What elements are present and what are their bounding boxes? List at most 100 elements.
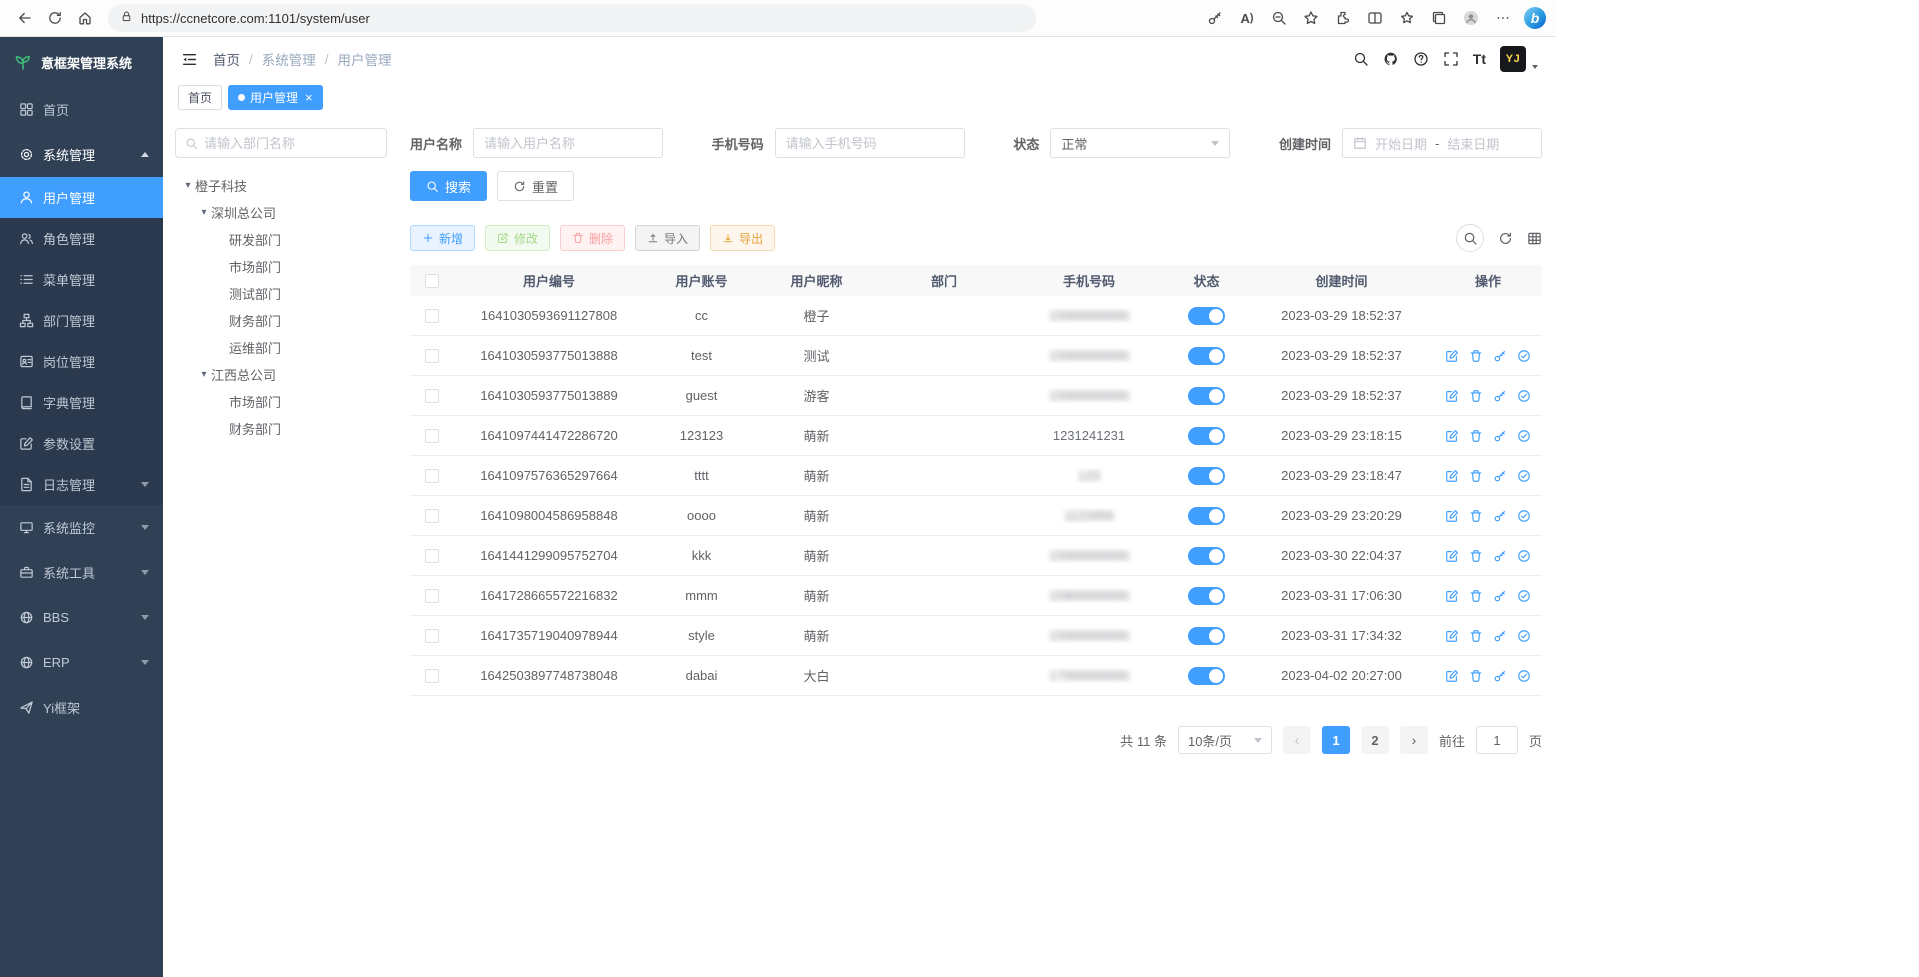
row-checkbox[interactable] — [425, 629, 439, 643]
status-toggle[interactable] — [1188, 387, 1225, 405]
tree-node[interactable]: ▾ 财务部门 — [175, 415, 400, 442]
sidebar-subitem[interactable]: 用户管理 — [0, 177, 163, 218]
tree-node[interactable]: ▾ 江西总公司 — [175, 361, 400, 388]
reset-password-icon[interactable] — [1493, 349, 1507, 363]
row-checkbox[interactable] — [425, 389, 439, 403]
tree-node[interactable]: ▾ 市场部门 — [175, 388, 400, 415]
assign-role-icon[interactable] — [1517, 469, 1531, 483]
sidebar-item-monitor[interactable]: 系统监控 — [0, 505, 163, 550]
row-checkbox[interactable] — [425, 429, 439, 443]
sidebar-subitem[interactable]: 岗位管理 — [0, 341, 163, 382]
sidebar-item-erp[interactable]: ERP — [0, 640, 163, 685]
reset-password-icon[interactable] — [1493, 389, 1507, 403]
goto-page-input[interactable] — [1476, 726, 1518, 754]
reset-password-icon[interactable] — [1493, 469, 1507, 483]
sidebar-item-bbs[interactable]: BBS — [0, 595, 163, 640]
add-button[interactable]: 新增 — [410, 225, 475, 251]
assign-role-icon[interactable] — [1517, 669, 1531, 683]
column-settings-icon[interactable] — [1527, 231, 1542, 246]
delete-row-icon[interactable] — [1469, 429, 1483, 443]
status-toggle[interactable] — [1188, 667, 1225, 685]
delete-row-icon[interactable] — [1469, 589, 1483, 603]
assign-role-icon[interactable] — [1517, 389, 1531, 403]
row-checkbox[interactable] — [425, 589, 439, 603]
reset-password-icon[interactable] — [1493, 509, 1507, 523]
status-toggle[interactable] — [1188, 507, 1225, 525]
sidebar-subitem[interactable]: 参数设置 — [0, 423, 163, 464]
tree-node[interactable]: ▾ 深圳总公司 — [175, 199, 400, 226]
address-bar[interactable]: https://ccnetcore.com:1101/system/user — [108, 4, 1036, 32]
assign-role-icon[interactable] — [1517, 429, 1531, 443]
next-page-button[interactable]: › — [1400, 726, 1428, 754]
caret-down-icon[interactable]: ▾ — [197, 369, 211, 380]
tree-node[interactable]: ▾ 测试部门 — [175, 280, 400, 307]
tree-node[interactable]: ▾ 研发部门 — [175, 226, 400, 253]
page-1-button[interactable]: 1 — [1322, 726, 1350, 754]
delete-button[interactable]: 删除 — [560, 225, 625, 251]
edit-row-icon[interactable] — [1445, 629, 1459, 643]
user-avatar[interactable]: YJ — [1500, 46, 1526, 72]
edit-row-icon[interactable] — [1445, 469, 1459, 483]
sidebar-subitem[interactable]: 日志管理 — [0, 464, 163, 505]
tree-node[interactable]: ▾ 运维部门 — [175, 334, 400, 361]
refresh-icon[interactable] — [40, 4, 70, 32]
toggle-search-icon[interactable] — [1456, 224, 1484, 252]
read-aloud-icon[interactable]: A) — [1232, 4, 1262, 32]
select-all-checkbox[interactable] — [425, 274, 439, 288]
status-toggle[interactable] — [1188, 467, 1225, 485]
sidebar-subitem[interactable]: 字典管理 — [0, 382, 163, 423]
edit-row-icon[interactable] — [1445, 429, 1459, 443]
tab-user-management[interactable]: 用户管理 × — [228, 85, 323, 110]
assign-role-icon[interactable] — [1517, 629, 1531, 643]
refresh-table-icon[interactable] — [1498, 231, 1513, 246]
github-icon[interactable] — [1383, 51, 1399, 67]
row-checkbox[interactable] — [425, 669, 439, 683]
key-icon[interactable] — [1200, 4, 1230, 32]
row-checkbox[interactable] — [425, 469, 439, 483]
status-toggle[interactable] — [1188, 427, 1225, 445]
search-icon[interactable] — [1353, 51, 1369, 67]
date-range-picker[interactable]: 开始日期 - 结束日期 — [1342, 128, 1542, 158]
favorites-icon[interactable] — [1392, 4, 1422, 32]
reset-password-icon[interactable] — [1493, 629, 1507, 643]
delete-row-icon[interactable] — [1469, 469, 1483, 483]
breadcrumb-home[interactable]: 首页 — [213, 49, 240, 69]
collections-icon[interactable] — [1424, 4, 1454, 32]
assign-role-icon[interactable] — [1517, 589, 1531, 603]
export-button[interactable]: 导出 — [710, 225, 775, 251]
extensions-icon[interactable] — [1328, 4, 1358, 32]
status-toggle[interactable] — [1188, 627, 1225, 645]
edit-row-icon[interactable] — [1445, 349, 1459, 363]
username-input[interactable] — [473, 128, 663, 158]
edit-row-icon[interactable] — [1445, 669, 1459, 683]
delete-row-icon[interactable] — [1469, 549, 1483, 563]
tree-node[interactable]: ▾ 市场部门 — [175, 253, 400, 280]
edit-row-icon[interactable] — [1445, 589, 1459, 603]
sidebar-item-yi[interactable]: Yi框架 — [0, 685, 163, 730]
reset-password-icon[interactable] — [1493, 549, 1507, 563]
reset-password-icon[interactable] — [1493, 429, 1507, 443]
delete-row-icon[interactable] — [1469, 349, 1483, 363]
bing-icon[interactable]: b — [1524, 7, 1546, 29]
row-checkbox[interactable] — [425, 309, 439, 323]
reset-password-icon[interactable] — [1493, 589, 1507, 603]
page-2-button[interactable]: 2 — [1361, 726, 1389, 754]
edit-row-icon[interactable] — [1445, 509, 1459, 523]
delete-row-icon[interactable] — [1469, 629, 1483, 643]
page-size-select[interactable]: 10条/页 — [1178, 726, 1272, 754]
status-toggle[interactable] — [1188, 547, 1225, 565]
status-toggle[interactable] — [1188, 347, 1225, 365]
sidebar-subitem[interactable]: 角色管理 — [0, 218, 163, 259]
assign-role-icon[interactable] — [1517, 509, 1531, 523]
prev-page-button[interactable]: ‹ — [1283, 726, 1311, 754]
row-checkbox[interactable] — [425, 349, 439, 363]
back-icon[interactable] — [10, 4, 40, 32]
status-toggle[interactable] — [1188, 587, 1225, 605]
import-button[interactable]: 导入 — [635, 225, 700, 251]
sidebar-item-home[interactable]: 首页 — [0, 87, 163, 132]
reset-button[interactable]: 重置 — [497, 171, 574, 201]
row-checkbox[interactable] — [425, 549, 439, 563]
collapse-sidebar-icon[interactable] — [181, 51, 198, 68]
more-icon[interactable] — [1488, 4, 1518, 32]
row-checkbox[interactable] — [425, 509, 439, 523]
